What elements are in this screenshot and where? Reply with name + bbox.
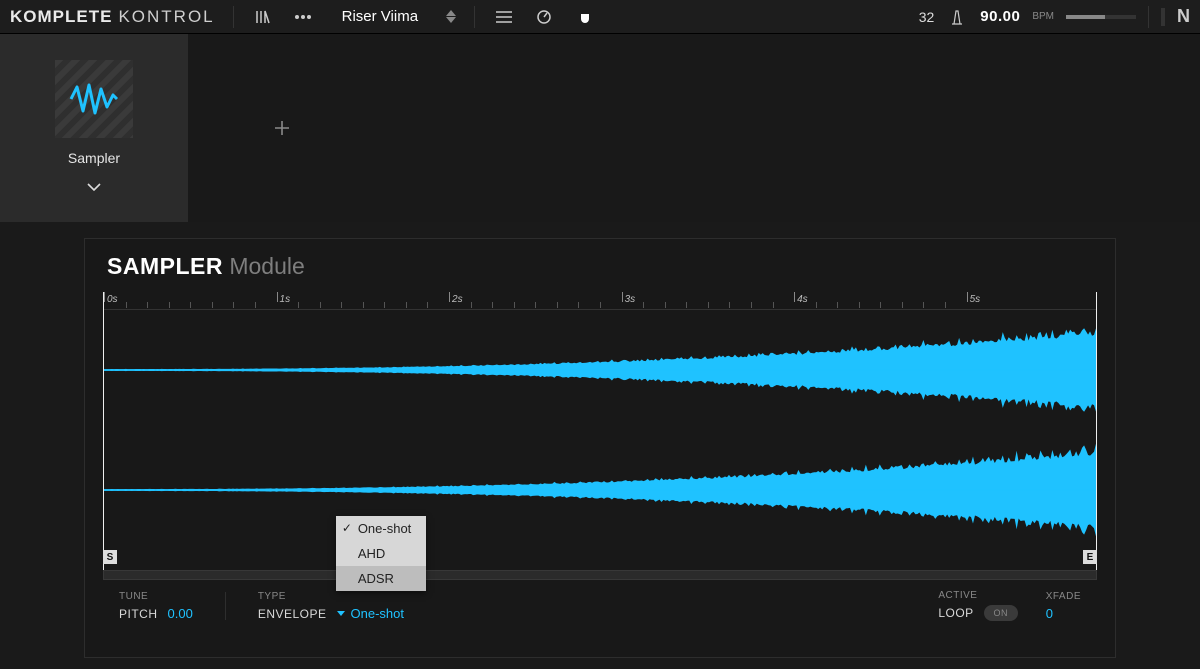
waveform-area: 0s 1s 2s 3s 4s 5s S E bbox=[103, 292, 1097, 570]
active-label: ACTIVE bbox=[938, 590, 1017, 601]
envelope-type-menu[interactable]: ✓ One-shot AHD ADSR bbox=[336, 516, 426, 591]
envelope-group: TYPE ENVELOPE One-shot ✓One-shotAHDADSR bbox=[258, 591, 404, 621]
envelope-menu-item[interactable]: ✓ One-shot bbox=[336, 516, 426, 541]
envelope-type-value: One-shot bbox=[351, 606, 404, 621]
time-ruler[interactable]: 0s 1s 2s 3s 4s 5s bbox=[104, 292, 1096, 310]
pitch-value[interactable]: 0.00 bbox=[168, 606, 193, 621]
xfade-value[interactable]: 0 bbox=[1046, 606, 1053, 621]
vu-meter bbox=[1161, 8, 1165, 26]
bpm-value[interactable]: 90.00 bbox=[980, 8, 1020, 25]
preset-name[interactable]: Riser Viima bbox=[332, 8, 428, 25]
logo-bold: KOMPLETE bbox=[10, 7, 112, 27]
loop-toggle[interactable]: ON bbox=[984, 605, 1018, 621]
ruler-tick-label: 1s bbox=[277, 294, 291, 305]
loop-label: LOOP bbox=[938, 606, 973, 620]
menu-item-label: AHD bbox=[358, 546, 385, 561]
separator bbox=[225, 592, 226, 620]
ruler-tick-label: 2s bbox=[449, 294, 463, 305]
envelope-label: ENVELOPE bbox=[258, 607, 327, 621]
chevron-down-icon[interactable] bbox=[87, 178, 101, 196]
bpm-label: BPM bbox=[1032, 11, 1054, 22]
ni-logo-icon: N bbox=[1177, 6, 1190, 27]
sampler-panel: SAMPLER Module 0s 1s 2s 3s 4s 5s S E TUNE PIT… bbox=[84, 238, 1116, 658]
loop-group: ACTIVE LOOP ON bbox=[938, 590, 1017, 621]
tune-group: TUNE PITCH 0.00 bbox=[119, 591, 193, 621]
tune-group-label: TUNE bbox=[119, 591, 193, 602]
add-module-button[interactable] bbox=[188, 34, 376, 222]
preset-stepper[interactable] bbox=[446, 10, 456, 23]
logo-thin: KONTROL bbox=[118, 7, 214, 27]
pitch-label: PITCH bbox=[119, 607, 158, 621]
panel-title-bold: SAMPLER bbox=[107, 253, 223, 279]
envelope-menu-item[interactable]: ADSR bbox=[336, 566, 426, 591]
module-strip: Sampler bbox=[0, 34, 1200, 222]
time-sig[interactable]: 32 bbox=[919, 9, 935, 25]
module-tile-sampler[interactable]: Sampler bbox=[0, 34, 188, 222]
volume-slider[interactable] bbox=[1066, 15, 1136, 19]
menu-item-label: ADSR bbox=[358, 571, 394, 586]
start-marker[interactable]: S bbox=[103, 550, 117, 564]
panel-title: SAMPLER Module bbox=[85, 239, 1115, 288]
menu-item-label: One-shot bbox=[358, 521, 411, 536]
envelope-group-label: TYPE bbox=[258, 591, 404, 602]
library-icon[interactable] bbox=[252, 6, 274, 28]
check-icon: ✓ bbox=[342, 521, 352, 535]
separator bbox=[233, 6, 234, 28]
waveform-display[interactable] bbox=[104, 310, 1096, 550]
panel-title-thin: Module bbox=[229, 253, 304, 279]
xfade-label: XFADE bbox=[1046, 591, 1081, 602]
more-icon[interactable] bbox=[292, 6, 314, 28]
dropdown-caret-icon bbox=[337, 611, 345, 616]
envelope-type-dropdown[interactable]: One-shot bbox=[337, 606, 404, 621]
separator bbox=[474, 6, 475, 28]
module-thumbnail bbox=[55, 60, 133, 138]
ruler-tick-label: 4s bbox=[794, 294, 808, 305]
ruler-tick-label: 5s bbox=[967, 294, 981, 305]
xfade-group: XFADE 0 bbox=[1046, 591, 1081, 621]
waveform-right bbox=[104, 430, 1096, 550]
plugin-icon[interactable] bbox=[573, 6, 595, 28]
params-row: TUNE PITCH 0.00 TYPE ENVELOPE One-shot ✓… bbox=[85, 580, 1115, 639]
list-icon[interactable] bbox=[493, 6, 515, 28]
envelope-menu-item[interactable]: AHD bbox=[336, 541, 426, 566]
separator bbox=[1148, 6, 1149, 28]
ruler-tick-label: 0s bbox=[104, 294, 118, 305]
app-logo: KOMPLETE KONTROL bbox=[10, 7, 215, 27]
end-marker[interactable]: E bbox=[1083, 550, 1097, 564]
module-name: Sampler bbox=[68, 150, 120, 166]
ruler-tick-label: 3s bbox=[622, 294, 636, 305]
topbar-right: 32 90.00 BPM N bbox=[919, 6, 1190, 28]
top-bar: KOMPLETE KONTROL Riser Viima 32 90.00 BP… bbox=[0, 0, 1200, 34]
metronome-icon[interactable] bbox=[946, 6, 968, 28]
waveform-left bbox=[104, 310, 1096, 430]
loop-markers: S E bbox=[104, 550, 1096, 568]
dial-icon[interactable] bbox=[533, 6, 555, 28]
horizontal-scrollbar[interactable] bbox=[103, 570, 1097, 580]
